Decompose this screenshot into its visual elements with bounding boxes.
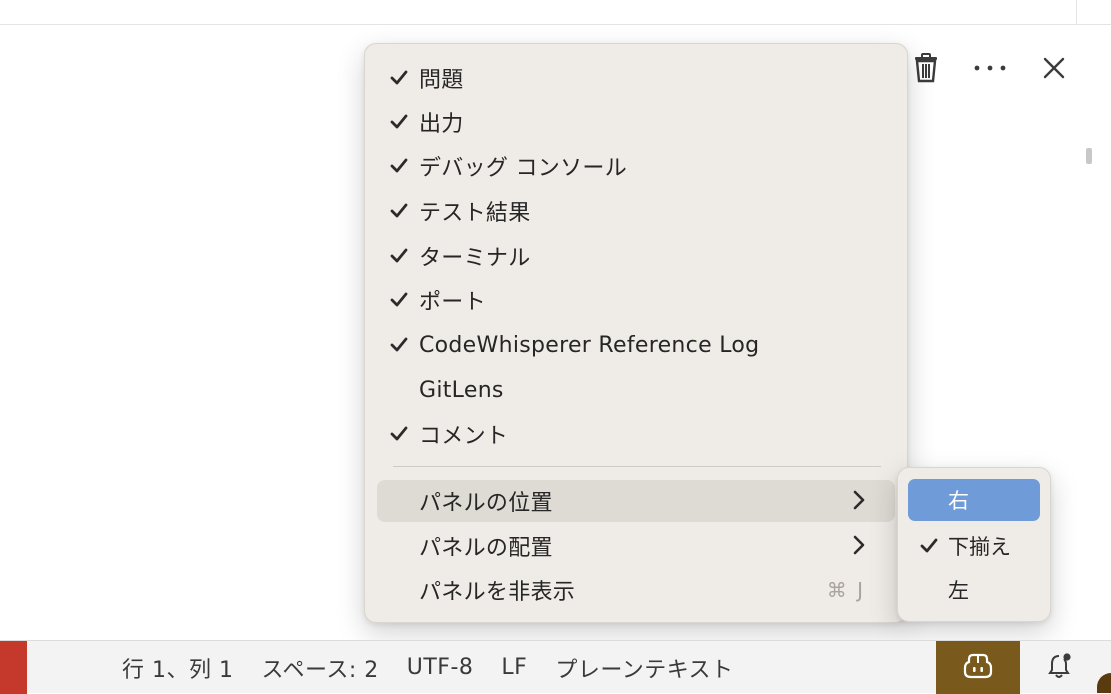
menu-item-hide-panel[interactable]: パネルを非表示 ⌘ J	[377, 569, 895, 611]
copilot-status-button[interactable]	[936, 641, 1020, 694]
checkmark-icon	[379, 203, 419, 219]
menu-item-ports[interactable]: ポート	[377, 279, 895, 321]
menu-item-debug-console[interactable]: デバッグ コンソール	[377, 145, 895, 187]
checkmark-icon	[379, 114, 419, 130]
language-mode-status[interactable]: プレーンテキスト	[541, 652, 747, 684]
menu-item-comments[interactable]: コメント	[377, 413, 895, 455]
menu-item-output[interactable]: 出力	[377, 101, 895, 143]
menu-item-label: パネルの位置	[419, 491, 553, 516]
submenu-item-left[interactable]: 左	[908, 569, 1040, 611]
submenu-item-bottom[interactable]: 下揃え	[908, 525, 1040, 567]
panel-position-submenu: 右 下揃え 左	[897, 467, 1051, 622]
menu-item-codewhisperer-log[interactable]: CodeWhisperer Reference Log	[377, 324, 895, 366]
checkmark-icon	[379, 426, 419, 442]
tab-divider	[1076, 0, 1077, 24]
status-bar: 行 1、列 1 スペース: 2 UTF-8 LF プレーンテキスト	[0, 640, 1111, 694]
bell-dot-icon	[1047, 652, 1073, 684]
menu-item-test-results[interactable]: テスト結果	[377, 190, 895, 232]
submenu-item-label: 下揃え	[948, 535, 1011, 559]
remote-indicator-button[interactable]	[0, 641, 27, 694]
encoding-status[interactable]: UTF-8	[393, 655, 488, 680]
checkmark-icon	[379, 70, 419, 86]
menu-item-label: パネルを非表示	[419, 580, 576, 605]
menu-item-label: 問題	[419, 68, 464, 93]
checkmark-icon	[910, 538, 948, 554]
checkmark-icon	[379, 292, 419, 308]
menu-item-label: デバッグ コンソール	[419, 156, 627, 181]
ellipsis-icon[interactable]	[970, 48, 1010, 88]
menu-item-terminal[interactable]: ターミナル	[377, 235, 895, 277]
checkmark-icon	[379, 248, 419, 264]
notifications-button[interactable]	[1040, 641, 1080, 694]
status-items: 行 1、列 1 スペース: 2 UTF-8 LF プレーンテキスト	[108, 641, 748, 694]
checkmark-icon	[379, 158, 419, 174]
window-corner	[1097, 673, 1111, 693]
indentation-status[interactable]: スペース: 2	[247, 652, 392, 684]
menu-item-label: テスト結果	[419, 201, 531, 226]
menu-item-label: コメント	[419, 424, 509, 449]
panel-action-bar	[906, 48, 1074, 88]
menu-item-panel-position[interactable]: パネルの位置	[377, 480, 895, 522]
checkmark-icon	[379, 337, 419, 353]
trash-icon[interactable]	[906, 48, 946, 88]
chevron-right-icon	[853, 535, 865, 559]
submenu-item-label: 右	[948, 489, 969, 513]
keyboard-shortcut: ⌘ J	[826, 578, 865, 602]
menu-item-gitlens[interactable]: GitLens	[377, 369, 895, 411]
menu-item-label: CodeWhisperer Reference Log	[419, 332, 760, 358]
submenu-item-label: 左	[948, 579, 969, 603]
editor-tab-strip	[0, 0, 1111, 25]
scrollbar-thumb[interactable]	[1086, 148, 1092, 164]
close-icon[interactable]	[1034, 48, 1074, 88]
menu-item-panel-alignment[interactable]: パネルの配置	[377, 525, 895, 567]
menu-item-label: 出力	[419, 112, 464, 137]
menu-separator	[393, 466, 881, 467]
menu-item-label: ターミナル	[419, 246, 531, 271]
submenu-item-right[interactable]: 右	[908, 479, 1040, 521]
line-ending-status[interactable]: LF	[487, 655, 541, 680]
menu-item-label: GitLens	[419, 377, 504, 403]
menu-item-label: パネルの配置	[419, 536, 553, 561]
panel-context-menu: 問題 出力 デバッグ コンソール テスト結果 ターミナル ポート CodeWhi…	[364, 43, 908, 623]
copilot-icon	[963, 653, 993, 683]
cursor-position-status[interactable]: 行 1、列 1	[108, 652, 247, 684]
chevron-right-icon	[853, 490, 865, 514]
menu-item-problems[interactable]: 問題	[377, 57, 895, 99]
menu-item-label: ポート	[419, 290, 486, 315]
